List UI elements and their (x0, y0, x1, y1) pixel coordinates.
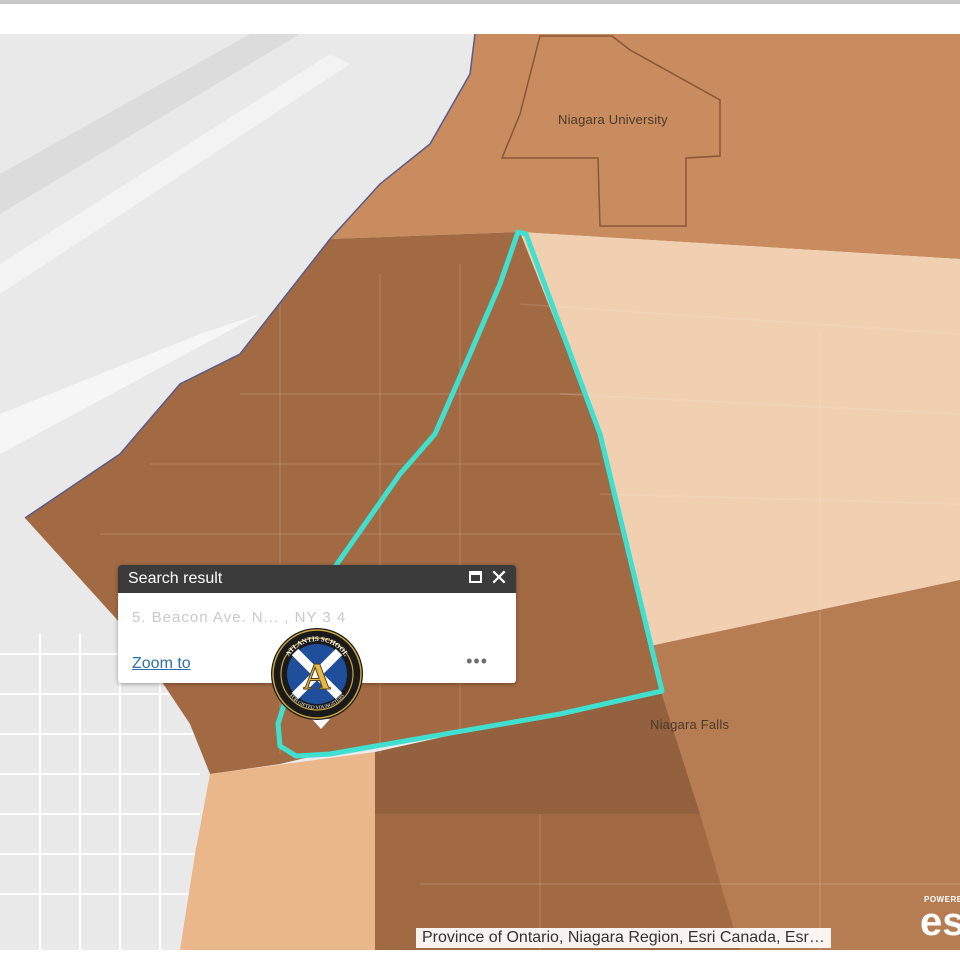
maximize-icon[interactable] (469, 571, 482, 583)
window-bottom-border (0, 950, 960, 960)
label-niagara-university: Niagara University (558, 112, 668, 127)
popup-address-text: 5. Beacon Ave. N... , NY 3 4 (132, 609, 347, 626)
svg-text:A: A (303, 656, 331, 698)
tract-southwest[interactable] (180, 752, 375, 950)
popup-title: Search result (128, 570, 223, 587)
window-top-border (0, 0, 960, 4)
zoom-to-link[interactable]: Zoom to (132, 655, 191, 673)
esri-logo[interactable]: POWERED esri (918, 895, 960, 950)
more-options-icon[interactable]: ••• (466, 651, 488, 672)
label-niagara-falls: Niagara Falls (650, 717, 730, 732)
map-view[interactable]: Niagara University Niagara Falls (0, 34, 960, 950)
esri-wordmark: esri (920, 900, 960, 944)
map-canvas[interactable] (0, 34, 960, 950)
atlantis-school-logo: A ATLANTIS SCHOOL FOR GIFTED YOUNGSTERS (271, 628, 363, 720)
popup-header: Search result ✕ (118, 565, 516, 593)
close-icon[interactable]: ✕ (488, 566, 510, 590)
map-attribution[interactable]: Province of Ontario, Niagara Region, Esr… (416, 928, 831, 948)
